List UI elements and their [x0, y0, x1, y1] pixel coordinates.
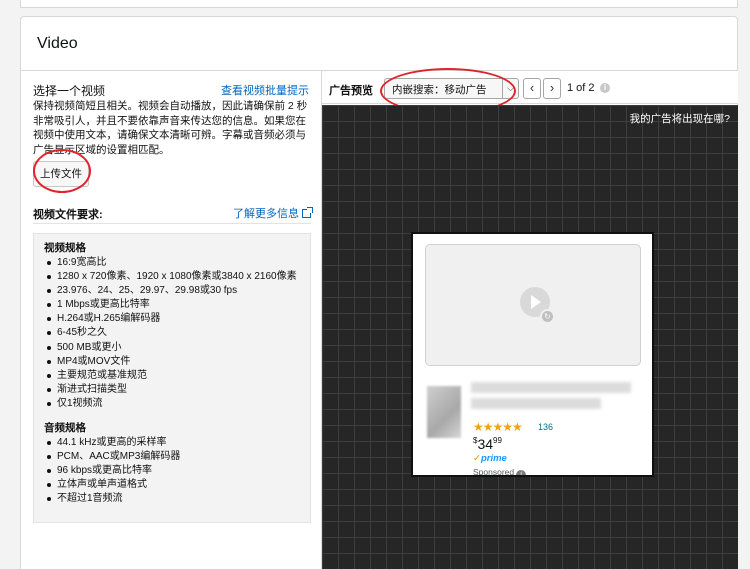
- sponsored-label: Sponsored i: [473, 467, 527, 477]
- video-selection-section: 选择一个视频 查看视频批量提示 保持视频简短且相关。视频会自动播放，因此请确保前…: [21, 71, 321, 569]
- batch-tips-link[interactable]: 查看视频批量提示: [221, 82, 309, 98]
- audio-specs-heading: 音频规格: [44, 422, 86, 435]
- requirements-title: 视频文件要求:: [33, 209, 103, 221]
- prime-badge: ✓prime: [473, 453, 507, 464]
- sponsored-text: Sponsored: [473, 467, 515, 477]
- ad-preview-section: 广告预览 内嵌搜索：移动广告 ⌵ ‹ › 1 of 2 i 我的广告将出现在哪?…: [322, 68, 738, 569]
- product-thumbnail: [427, 386, 461, 438]
- requirements-header: 视频文件要求: 了解更多信息: [33, 205, 313, 224]
- audio-specs-list: 44.1 kHz或更高的采样率 PCM、AAC或MP3编解码器 96 kbps或…: [44, 436, 300, 506]
- external-link-icon: [302, 207, 313, 218]
- list-item: 96 kbps或更高比特率: [44, 464, 300, 478]
- list-item: 6-45秒之久: [44, 326, 300, 340]
- prime-label: prime: [480, 453, 507, 464]
- preview-label: 广告预览: [329, 85, 373, 97]
- requirements-box: 视频规格 16:9宽高比 1280 x 720像素、1920 x 1080像素或…: [33, 233, 311, 523]
- next-page-button[interactable]: ›: [543, 78, 561, 99]
- section-title: 选择一个视频: [33, 84, 106, 98]
- replay-icon: ↻: [540, 309, 555, 324]
- price-whole: 34: [477, 436, 494, 452]
- rating-count: 136: [538, 422, 554, 432]
- blurred-product-title: [471, 398, 601, 409]
- chevron-down-icon: ⌵: [502, 79, 518, 98]
- list-item: 不超过1音频流: [44, 492, 300, 506]
- list-item: 44.1 kHz或更高的采样率: [44, 436, 300, 450]
- previous-panel-edge: [20, 0, 738, 8]
- list-item: 23.976、24、25、29.97、29.98或30 fps: [44, 284, 300, 298]
- list-item: H.264或H.265编解码器: [44, 312, 300, 326]
- placement-select[interactable]: 内嵌搜索：移动广告 ⌵: [384, 78, 519, 99]
- learn-more-label: 了解更多信息: [233, 208, 299, 220]
- video-specs-heading: 视频规格: [44, 242, 86, 254]
- rating-stars-icon: ★★★★★: [473, 420, 523, 434]
- info-icon: i: [516, 470, 527, 475]
- video-specs-list: 16:9宽高比 1280 x 720像素、1920 x 1080像素或3840 …: [44, 256, 300, 411]
- list-item: PCM、AAC或MP3编解码器: [44, 450, 300, 464]
- product-price: $3499: [473, 436, 502, 452]
- check-icon: ✓: [473, 453, 481, 464]
- panel-title: Video: [37, 35, 78, 52]
- mobile-ad-preview: ↻ ★★★★★ 136 $3499 ✓prime Sponsored i: [411, 232, 654, 477]
- list-item: 仅1视频流: [44, 397, 300, 411]
- placement-select-value: 内嵌搜索：移动广告: [392, 84, 487, 96]
- list-item: 渐进式扫描类型: [44, 383, 300, 397]
- list-item: 主要规范或基准规范: [44, 369, 300, 383]
- pagination-text: 1 of 2: [567, 82, 595, 94]
- preview-canvas: 我的广告将出现在哪? ↻ ★★★★★ 136 $3499 ✓prime Spon…: [322, 105, 738, 569]
- price-fraction: 99: [493, 436, 502, 445]
- video-description: 保持视频简短且相关。视频会自动播放，因此请确保前 2 秒非常吸引人，并且不要依靠…: [33, 100, 308, 156]
- list-item: 16:9宽高比: [44, 256, 300, 270]
- list-item: 1 Mbps或更高比特率: [44, 298, 300, 312]
- list-item: MP4或MOV文件: [44, 355, 300, 369]
- learn-more-link[interactable]: 了解更多信息: [233, 205, 313, 221]
- upload-file-button[interactable]: 上传文件: [33, 161, 89, 187]
- previous-page-button[interactable]: ‹: [523, 78, 541, 99]
- info-icon[interactable]: i: [600, 83, 610, 93]
- list-item: 立体声或单声道格式: [44, 478, 300, 492]
- list-item: 1280 x 720像素、1920 x 1080像素或3840 x 2160像素: [44, 270, 300, 284]
- video-placeholder: ↻: [425, 244, 641, 366]
- video-panel: Video 选择一个视频 查看视频批量提示 保持视频简短且相关。视频会自动播放，…: [20, 16, 738, 569]
- list-item: 500 MB或更小: [44, 341, 300, 355]
- ad-placement-help-link[interactable]: 我的广告将出现在哪?: [630, 111, 730, 126]
- preview-toolbar: 广告预览 内嵌搜索：移动广告 ⌵ ‹ › 1 of 2 i: [322, 68, 738, 114]
- blurred-product-title: [471, 382, 631, 393]
